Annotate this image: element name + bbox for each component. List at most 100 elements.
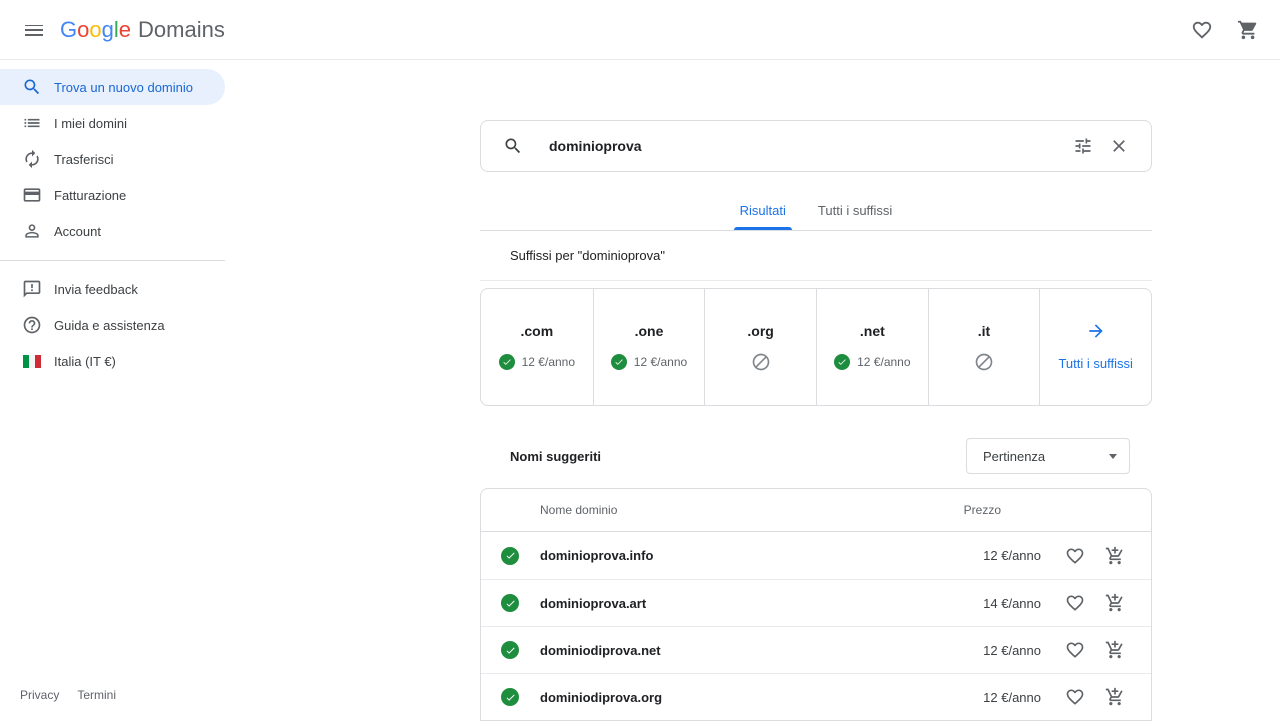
add-to-cart-button[interactable] — [1103, 544, 1127, 568]
suffix-card-it: .it — [928, 289, 1040, 405]
domain-search-box — [480, 120, 1152, 172]
logo-letter: g — [102, 17, 114, 43]
tld-label: .org — [747, 323, 773, 339]
arrow-right-icon — [1086, 321, 1106, 341]
tld-price: 12 €/anno — [857, 355, 910, 369]
available-check-icon — [834, 354, 850, 370]
add-cart-icon — [1105, 593, 1125, 613]
domain-price: 12 €/anno — [951, 690, 1041, 705]
domain-price: 12 €/anno — [951, 548, 1041, 563]
availability-status: 12 €/anno — [499, 352, 575, 372]
tld-label: .com — [520, 323, 553, 339]
domain-name: dominioprova.info — [540, 548, 951, 563]
logo-product-name: Domains — [138, 17, 225, 43]
help-icon — [22, 315, 42, 335]
tab-risultati[interactable]: Risultati — [724, 190, 802, 230]
tab-label: Tutti i suffissi — [818, 203, 892, 218]
add-cart-icon — [1105, 687, 1125, 707]
sidebar-item-i-miei-domini[interactable]: I miei domini — [0, 105, 225, 141]
logo-letter: o — [89, 17, 101, 43]
clear-search-button[interactable] — [1101, 128, 1137, 164]
sort-select[interactable]: Pertinenza — [966, 438, 1130, 474]
person-icon — [22, 221, 42, 241]
privacy-link[interactable]: Privacy — [20, 688, 59, 702]
suggested-domains-table: Nome dominio Prezzo dominioprova.info 12… — [480, 488, 1152, 721]
tld-label: .it — [978, 323, 990, 339]
heart-icon — [1191, 19, 1213, 41]
tab-label: Risultati — [740, 203, 786, 218]
suffix-card-one[interactable]: .one 12 €/anno — [593, 289, 705, 405]
terms-link[interactable]: Termini — [77, 688, 116, 702]
sidebar-item-label: Fatturazione — [54, 188, 126, 203]
logo-letter: G — [60, 17, 77, 43]
italy-flag-icon — [22, 351, 42, 371]
available-check-icon — [501, 594, 519, 612]
tld-label: .net — [860, 323, 885, 339]
heart-icon — [1065, 687, 1085, 707]
favorite-button[interactable] — [1063, 638, 1087, 662]
sidebar-footer: Privacy Termini — [20, 688, 116, 702]
domain-name: dominiodiprova.net — [540, 643, 951, 658]
favorite-button[interactable] — [1063, 685, 1087, 709]
sidebar-item-fatturazione[interactable]: Fatturazione — [0, 177, 225, 213]
tld-price: 12 €/anno — [634, 355, 687, 369]
add-to-cart-button[interactable] — [1103, 685, 1127, 709]
heart-icon — [1065, 593, 1085, 613]
favorite-button[interactable] — [1063, 591, 1087, 615]
add-to-cart-button[interactable] — [1103, 591, 1127, 615]
favorite-button[interactable] — [1063, 544, 1087, 568]
all-suffixes-card[interactable]: Tutti i suffissi — [1039, 289, 1151, 405]
sidebar-item-language-region[interactable]: Italia (IT €) — [0, 343, 225, 379]
hamburger-menu-icon — [22, 18, 46, 42]
availability-status: 12 €/anno — [834, 352, 910, 372]
sidebar-item-label: Trasferisci — [54, 152, 113, 167]
add-to-cart-button[interactable] — [1103, 638, 1127, 662]
suffix-card-org: .org — [704, 289, 816, 405]
sidebar-item-guida-e-assistenza[interactable]: Guida e assistenza — [0, 307, 225, 343]
domain-search-input[interactable] — [549, 138, 1065, 154]
logo-letter: o — [77, 17, 89, 43]
sidebar-divider — [0, 260, 225, 261]
domain-name: dominiodiprova.org — [540, 690, 951, 705]
suffix-card-com[interactable]: .com 12 €/anno — [481, 289, 593, 405]
feedback-icon — [22, 279, 42, 299]
sidebar-item-trasferisci[interactable]: Trasferisci — [0, 141, 225, 177]
logo-letter: e — [119, 17, 131, 43]
table-row[interactable]: dominioprova.art 14 €/anno — [481, 579, 1151, 626]
cart-button[interactable] — [1228, 10, 1268, 50]
search-filters-button[interactable] — [1065, 128, 1101, 164]
hamburger-menu-button[interactable] — [14, 10, 54, 50]
tab-tutti-i-suffissi[interactable]: Tutti i suffissi — [802, 190, 908, 230]
table-header-row: Nome dominio Prezzo — [481, 489, 1151, 532]
header-actions — [1182, 10, 1268, 50]
tld-label: .one — [635, 323, 664, 339]
sidebar-item-account[interactable]: Account — [0, 213, 225, 249]
sidebar-item-label: I miei domini — [54, 116, 127, 131]
availability-status: 12 €/anno — [611, 352, 687, 372]
heart-icon — [1065, 640, 1085, 660]
caret-down-icon — [1109, 454, 1117, 459]
sidebar-item-label: Invia feedback — [54, 282, 138, 297]
app-header: G o o g l e Domains — [0, 0, 1280, 60]
suffix-card-net[interactable]: .net 12 €/anno — [816, 289, 928, 405]
search-icon — [503, 136, 523, 156]
results-tabs: Risultati Tutti i suffissi — [480, 190, 1152, 231]
search-icon — [22, 77, 42, 97]
main-content: Risultati Tutti i suffissi Suffissi per … — [480, 60, 1152, 721]
sidebar: Trova un nuovo dominio I miei domini Tra… — [0, 60, 225, 720]
table-row[interactable]: dominiodiprova.net 12 €/anno — [481, 626, 1151, 673]
table-row[interactable]: dominiodiprova.org 12 €/anno — [481, 673, 1151, 720]
google-domains-logo[interactable]: G o o g l e Domains — [60, 17, 225, 43]
column-header-price: Prezzo — [911, 503, 1001, 517]
column-header-name: Nome dominio — [540, 503, 911, 517]
credit-card-icon — [22, 185, 42, 205]
availability-status — [974, 352, 994, 372]
table-row[interactable]: dominioprova.info 12 €/anno — [481, 532, 1151, 579]
sidebar-item-trova-un-nuovo-dominio[interactable]: Trova un nuovo dominio — [0, 69, 225, 105]
sidebar-item-invia-feedback[interactable]: Invia feedback — [0, 271, 225, 307]
domain-name: dominioprova.art — [540, 596, 951, 611]
add-cart-icon — [1105, 546, 1125, 566]
tld-price: 12 €/anno — [522, 355, 575, 369]
close-icon — [1109, 136, 1129, 156]
favorites-button[interactable] — [1182, 10, 1222, 50]
